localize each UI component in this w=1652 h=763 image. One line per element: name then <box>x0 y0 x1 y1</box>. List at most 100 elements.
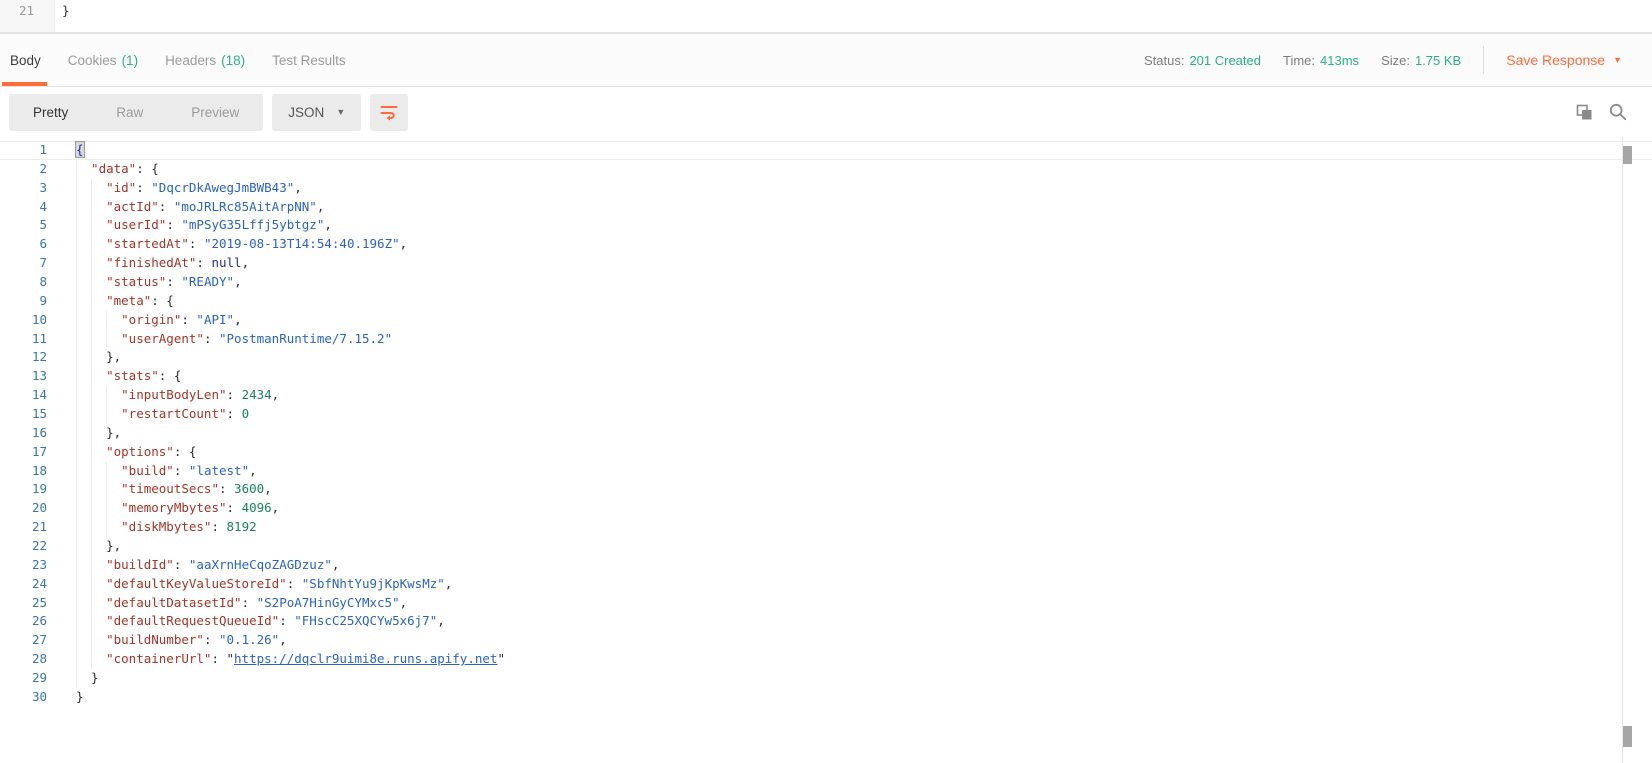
language-dropdown[interactable]: JSON ▼ <box>272 94 361 131</box>
request-editor-strip[interactable]: 21 } <box>0 0 1652 32</box>
code-token: "FHscC25XQCYw5x6j7" <box>294 613 437 628</box>
time-value: 413ms <box>1320 53 1359 68</box>
size-value: 1.75 KB <box>1415 53 1461 68</box>
indent-guide <box>76 405 91 424</box>
code-token: , <box>264 481 272 496</box>
line-number: 5 <box>0 216 47 235</box>
indent-guide <box>91 650 106 669</box>
code-token: "S2PoA7HinGyCYMxc5" <box>257 595 400 610</box>
indent-guide <box>91 631 106 650</box>
scrollbar-thumb[interactable] <box>1623 146 1632 164</box>
raw-button[interactable]: Raw <box>92 94 167 131</box>
indent-guide <box>91 556 106 575</box>
wrap-text-button[interactable] <box>370 94 408 131</box>
code-line: 26"defaultRequestQueueId": "FHscC25XQCYw… <box>0 612 1652 631</box>
indent-guide <box>76 462 91 481</box>
code-token: : <box>279 613 294 628</box>
code-token: "SbfNhtYu9jKpKwsMz" <box>302 576 445 591</box>
code-token: null <box>211 255 241 270</box>
code-line-content: "containerUrl": "https://dqclr9uimi8e.ru… <box>47 650 505 669</box>
code-line-content: "options": { <box>47 443 196 462</box>
scrollbar-thumb[interactable] <box>1623 726 1632 747</box>
code-token: "latest" <box>189 463 249 478</box>
scrollbar-track <box>1622 137 1623 763</box>
line-number: 29 <box>0 669 47 688</box>
code-token: "userId" <box>106 217 166 232</box>
indent-guide <box>76 254 91 273</box>
indent-guide <box>91 273 106 292</box>
search-button[interactable] <box>1609 103 1627 121</box>
indent-guide <box>106 518 121 537</box>
container-url-link[interactable]: https://dqclr9uimi8e.runs.apify.net <box>234 651 497 666</box>
code-token: 3600 <box>234 481 264 496</box>
response-body-viewer[interactable]: 1{2"data": {3"id": "DqcrDkAwegJmBWB43",4… <box>0 137 1652 763</box>
tab-headers[interactable]: Headers (18) <box>165 34 245 86</box>
preview-button[interactable]: Preview <box>167 94 263 131</box>
code-token: "build" <box>121 463 174 478</box>
code-line: 10"origin": "API", <box>0 311 1652 330</box>
indent-guide <box>106 330 121 349</box>
line-number: 25 <box>0 594 47 613</box>
code-token: , <box>249 463 257 478</box>
indent-guide <box>91 424 106 443</box>
copy-button[interactable] <box>1576 104 1593 121</box>
size-label: Size: <box>1381 53 1410 68</box>
code-line: 6"startedAt": "2019-08-13T14:54:40.196Z"… <box>0 235 1652 254</box>
code-token: { <box>76 142 84 157</box>
code-line-content: "buildNumber": "0.1.26", <box>47 631 287 650</box>
code-token: : <box>181 312 196 327</box>
indent-guide <box>91 405 106 424</box>
code-line-content: } <box>47 688 84 707</box>
tab-cookies[interactable]: Cookies (1) <box>68 34 138 86</box>
line-number: 23 <box>0 556 47 575</box>
code-line-content: "buildId": "aaXrnHeCqoZAGDzuz", <box>47 556 339 575</box>
tab-body[interactable]: Body <box>10 34 41 86</box>
status-indicator: Status: 201 Created <box>1144 53 1261 68</box>
code-line-content: "actId": "moJRLRc85AitArpNN", <box>47 198 324 217</box>
code-token: : <box>227 406 242 421</box>
line-number: 7 <box>0 254 47 273</box>
chevron-down-icon: ▼ <box>336 108 345 117</box>
tab-test-results-label: Test Results <box>272 53 346 68</box>
indent-guide <box>106 480 121 499</box>
code-token: , <box>234 274 242 289</box>
code-line: 7"finishedAt": null, <box>0 254 1652 273</box>
indent-guide <box>76 537 91 556</box>
code-token: , <box>445 576 453 591</box>
code-token: , <box>400 595 408 610</box>
line-number: 27 <box>0 631 47 650</box>
indent-guide <box>76 575 91 594</box>
code-line-content: }, <box>47 424 121 443</box>
code-token: : " <box>211 651 234 666</box>
indent-guide <box>76 348 91 367</box>
code-token: : <box>219 481 234 496</box>
code-token: : <box>242 595 257 610</box>
code-token: "READY" <box>181 274 234 289</box>
search-icon <box>1609 103 1627 121</box>
code-token: : <box>159 199 174 214</box>
indent-guide <box>76 235 91 254</box>
indent-guide <box>76 631 91 650</box>
code-line: 5"userId": "mPSyG35Lffj5ybtgz", <box>0 216 1652 235</box>
indent-guide <box>106 405 121 424</box>
code-token: : { <box>159 368 182 383</box>
code-line: 4"actId": "moJRLRc85AitArpNN", <box>0 198 1652 217</box>
code-token: "aaXrnHeCqoZAGDzuz" <box>189 557 332 572</box>
line-number: 3 <box>0 179 47 198</box>
line-number: 16 <box>0 424 47 443</box>
code-token: : <box>174 463 189 478</box>
indent-guide <box>91 216 106 235</box>
save-response-button[interactable]: Save Response ▼ <box>1506 52 1622 68</box>
tab-test-results[interactable]: Test Results <box>272 34 346 86</box>
code-token: "userAgent" <box>121 331 204 346</box>
indent-guide <box>76 612 91 631</box>
indent-guide <box>76 386 91 405</box>
code-line: 21"diskMbytes": 8192 <box>0 518 1652 537</box>
code-line-content: "startedAt": "2019-08-13T14:54:40.196Z", <box>47 235 407 254</box>
code-line: 13"stats": { <box>0 367 1652 386</box>
line-number: 21 <box>0 518 47 537</box>
code-token: , <box>324 217 332 232</box>
line-number: 28 <box>0 650 47 669</box>
pretty-button[interactable]: Pretty <box>9 94 92 131</box>
request-editor-line-number: 21 <box>19 3 34 18</box>
